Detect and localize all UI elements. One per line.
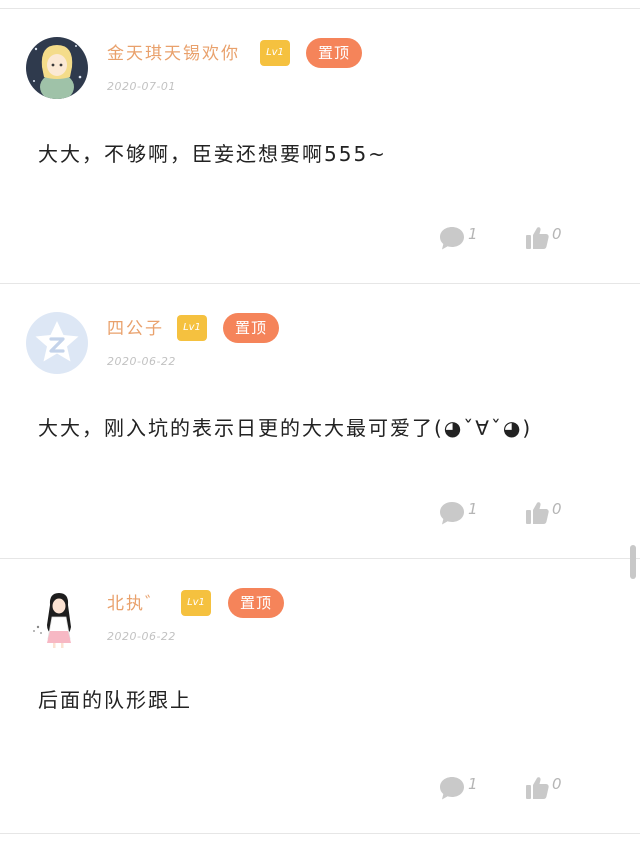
reply-count: 1 [468,500,478,518]
divider [0,833,640,834]
like-count: 0 [552,225,562,243]
avatar[interactable] [26,37,88,99]
comment-date: 2020-06-22 [107,355,176,368]
pinned-badge: 置顶 [223,313,279,343]
divider [0,8,640,9]
comment-list-page: 金天琪天锡欢你 Lv1 置顶 2020-07-01 大大，不够啊，臣妾还想要啊5… [0,0,640,853]
reply-count: 1 [468,775,478,793]
like-button[interactable]: 0 [524,773,562,803]
level-badge: Lv1 [260,40,290,66]
reply-button[interactable]: 1 [438,223,478,253]
divider [0,283,640,284]
thumbs-up-icon [524,500,550,526]
avatar[interactable] [26,587,88,649]
thumbs-up-icon [524,775,550,801]
comment-item: 北执゛ Lv1 置顶 2020-06-22 后面的队形跟上 1 0 [0,560,640,834]
comment-text: 后面的队形跟上 [38,688,192,712]
username[interactable]: 金天琪天锡欢你 [107,39,240,64]
scrollbar[interactable] [630,545,636,579]
pinned-badge: 置顶 [306,38,362,68]
comment-bubble-icon [438,225,466,251]
comment-date: 2020-07-01 [107,80,176,93]
comment-date: 2020-06-22 [107,630,176,643]
username[interactable]: 北执゛ [107,589,164,614]
reply-count: 1 [468,225,478,243]
reply-button[interactable]: 1 [438,773,478,803]
like-button[interactable]: 0 [524,223,562,253]
pinned-badge: 置顶 [228,588,284,618]
like-count: 0 [552,500,562,518]
comment-text: 大大，不够啊，臣妾还想要啊555~ [38,142,387,166]
comment-bubble-icon [438,775,466,801]
comment-text: 大大，刚入坑的表示日更的大大最可爱了(◕ˇ∀ˇ◕) [38,416,533,440]
username[interactable]: 四公子 [107,314,164,339]
level-badge: Lv1 [181,590,211,616]
like-button[interactable]: 0 [524,498,562,528]
level-badge: Lv1 [177,315,207,341]
reply-button[interactable]: 1 [438,498,478,528]
thumbs-up-icon [524,225,550,251]
like-count: 0 [552,775,562,793]
comment-bubble-icon [438,500,466,526]
divider [0,558,640,559]
comment-item: 金天琪天锡欢你 Lv1 置顶 2020-07-01 大大，不够啊，臣妾还想要啊5… [0,10,640,284]
comment-item: 四公子 Lv1 置顶 2020-06-22 大大，刚入坑的表示日更的大大最可爱了… [0,285,640,559]
avatar[interactable] [26,312,88,374]
